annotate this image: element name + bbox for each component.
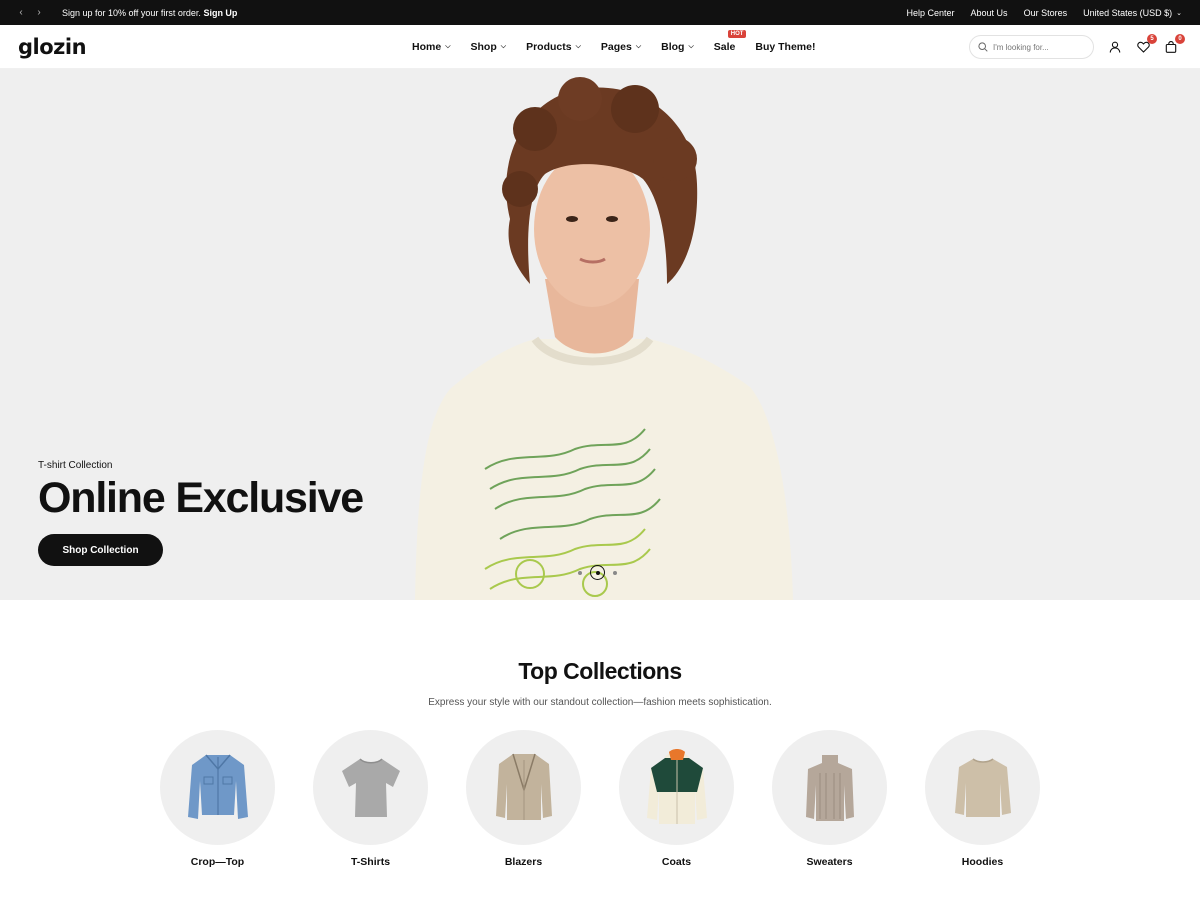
denim-jacket-icon — [187, 754, 248, 819]
hoodie-icon — [954, 757, 1011, 817]
wishlist-button[interactable]: 5 — [1136, 34, 1157, 54]
chevron-right-icon[interactable]: › — [32, 6, 46, 20]
about-us-link[interactable]: About Us — [971, 8, 1008, 18]
currency-selector[interactable]: United States (USD $) ⌄ — [1083, 8, 1182, 18]
hero-model-image — [415, 77, 793, 600]
announcement-left: ‹ › Sign up for 10% off your first order… — [14, 6, 237, 20]
nav-products[interactable]: Products ⌵ — [526, 41, 581, 53]
collection-hoodies[interactable]: Hoodies — [925, 730, 1040, 868]
chevron-down-icon: ⌄ — [1176, 9, 1182, 17]
cart-count: 0 — [1175, 34, 1185, 44]
nav-home[interactable]: Home ⌵ — [412, 41, 451, 53]
top-collections: Top Collections Express your style with … — [0, 600, 1200, 868]
shopping-bag-icon — [1165, 41, 1177, 53]
blazer-icon — [495, 753, 552, 820]
collection-image[interactable] — [160, 730, 275, 845]
tshirt-icon — [341, 757, 400, 817]
hot-badge: HOT — [727, 30, 747, 38]
slide-dot-1[interactable] — [578, 570, 582, 575]
nav-buy-theme[interactable]: Buy Theme! — [755, 41, 815, 53]
heart-icon — [1136, 41, 1150, 53]
our-stores-link[interactable]: Our Stores — [1024, 8, 1068, 18]
help-center-link[interactable]: Help Center — [907, 8, 955, 18]
header-actions: 5 0 — [969, 25, 1185, 69]
chevron-down-icon: ⌵ — [575, 43, 581, 50]
chevron-down-icon: ⌵ — [688, 43, 694, 50]
chevron-down-icon: ⌵ — [445, 43, 451, 50]
site-header: glozin Home ⌵ Shop ⌵ Products ⌵ Pages ⌵ … — [0, 25, 1200, 69]
nav-products-label: Products — [526, 41, 572, 53]
collection-label[interactable]: T-Shirts — [351, 856, 390, 868]
nav-sale[interactable]: Sale HOT — [713, 30, 747, 53]
collection-coats[interactable]: Coats — [619, 730, 734, 868]
promo-message: Sign up for 10% off your first order. Si… — [62, 8, 237, 18]
collection-sweaters[interactable]: Sweaters — [772, 730, 887, 868]
collection-label[interactable]: Hoodies — [962, 856, 1003, 868]
hero-title: Online Exclusive — [38, 474, 364, 522]
section-title: Top Collections — [518, 658, 682, 684]
account-button[interactable] — [1108, 40, 1122, 54]
nav-sale-label: Sale — [713, 41, 736, 53]
collection-image[interactable] — [466, 730, 581, 845]
hero-content: T-shirt Collection Online Exclusive Shop… — [38, 460, 364, 566]
collection-image[interactable] — [619, 730, 734, 845]
announcement-right: Help Center About Us Our Stores United S… — [907, 8, 1183, 18]
coat-icon — [646, 748, 707, 824]
promo-text: Sign up for 10% off your first order. — [62, 7, 201, 18]
search-input[interactable] — [993, 42, 1083, 52]
slider-pagination — [578, 565, 617, 580]
section-subtitle: Express your style with our standout col… — [428, 697, 772, 708]
nav-home-label: Home — [412, 41, 442, 53]
user-icon — [1109, 41, 1121, 53]
shop-collection-button[interactable]: Shop Collection — [38, 534, 163, 566]
signup-link[interactable]: Sign Up — [203, 8, 237, 18]
search-box[interactable] — [969, 35, 1094, 59]
collection-list: Crop—Top T-Shirts Blazers Coats Sweaters… — [0, 730, 1200, 868]
announcement-bar: ‹ › Sign up for 10% off your first order… — [0, 0, 1200, 25]
nav-shop[interactable]: Shop ⌵ — [471, 41, 507, 53]
nav-blog-label: Blog — [661, 41, 685, 53]
nav-pages-label: Pages — [600, 41, 632, 53]
search-icon — [978, 42, 988, 52]
collection-blazers[interactable]: Blazers — [466, 730, 581, 868]
nav-blog[interactable]: Blog ⌵ — [661, 41, 694, 53]
logo[interactable]: glozin — [18, 35, 87, 59]
nav-pages[interactable]: Pages ⌵ — [601, 41, 641, 53]
collection-crop-top[interactable]: Crop—Top — [160, 730, 275, 868]
chevron-down-icon: ⌵ — [635, 43, 642, 50]
slide-dot-3[interactable] — [613, 570, 617, 575]
collection-t-shirts[interactable]: T-Shirts — [313, 730, 428, 868]
collection-label[interactable]: Sweaters — [806, 856, 852, 868]
collection-image[interactable] — [925, 730, 1040, 845]
nav-shop-label: Shop — [470, 41, 497, 53]
chevron-left-icon[interactable]: ‹ — [14, 6, 28, 20]
chevron-down-icon: ⌵ — [500, 43, 507, 50]
sweater-icon — [805, 754, 854, 821]
collection-image[interactable] — [772, 730, 887, 845]
collection-label[interactable]: Blazers — [505, 856, 542, 868]
hero-banner: T-shirt Collection Online Exclusive Shop… — [0, 69, 1200, 600]
wishlist-count: 5 — [1147, 34, 1157, 44]
hero-subtitle: T-shirt Collection — [38, 460, 113, 471]
nav-buy-theme-label: Buy Theme! — [755, 41, 816, 53]
collection-label[interactable]: Crop—Top — [191, 856, 244, 868]
currency-label: United States (USD $) — [1083, 7, 1173, 18]
slide-dot-2-active[interactable] — [590, 565, 605, 580]
main-nav: Home ⌵ Shop ⌵ Products ⌵ Pages ⌵ Blog ⌵ … — [412, 25, 815, 69]
cart-button[interactable]: 0 — [1164, 34, 1185, 54]
collection-label[interactable]: Coats — [662, 856, 691, 868]
collection-image[interactable] — [313, 730, 428, 845]
